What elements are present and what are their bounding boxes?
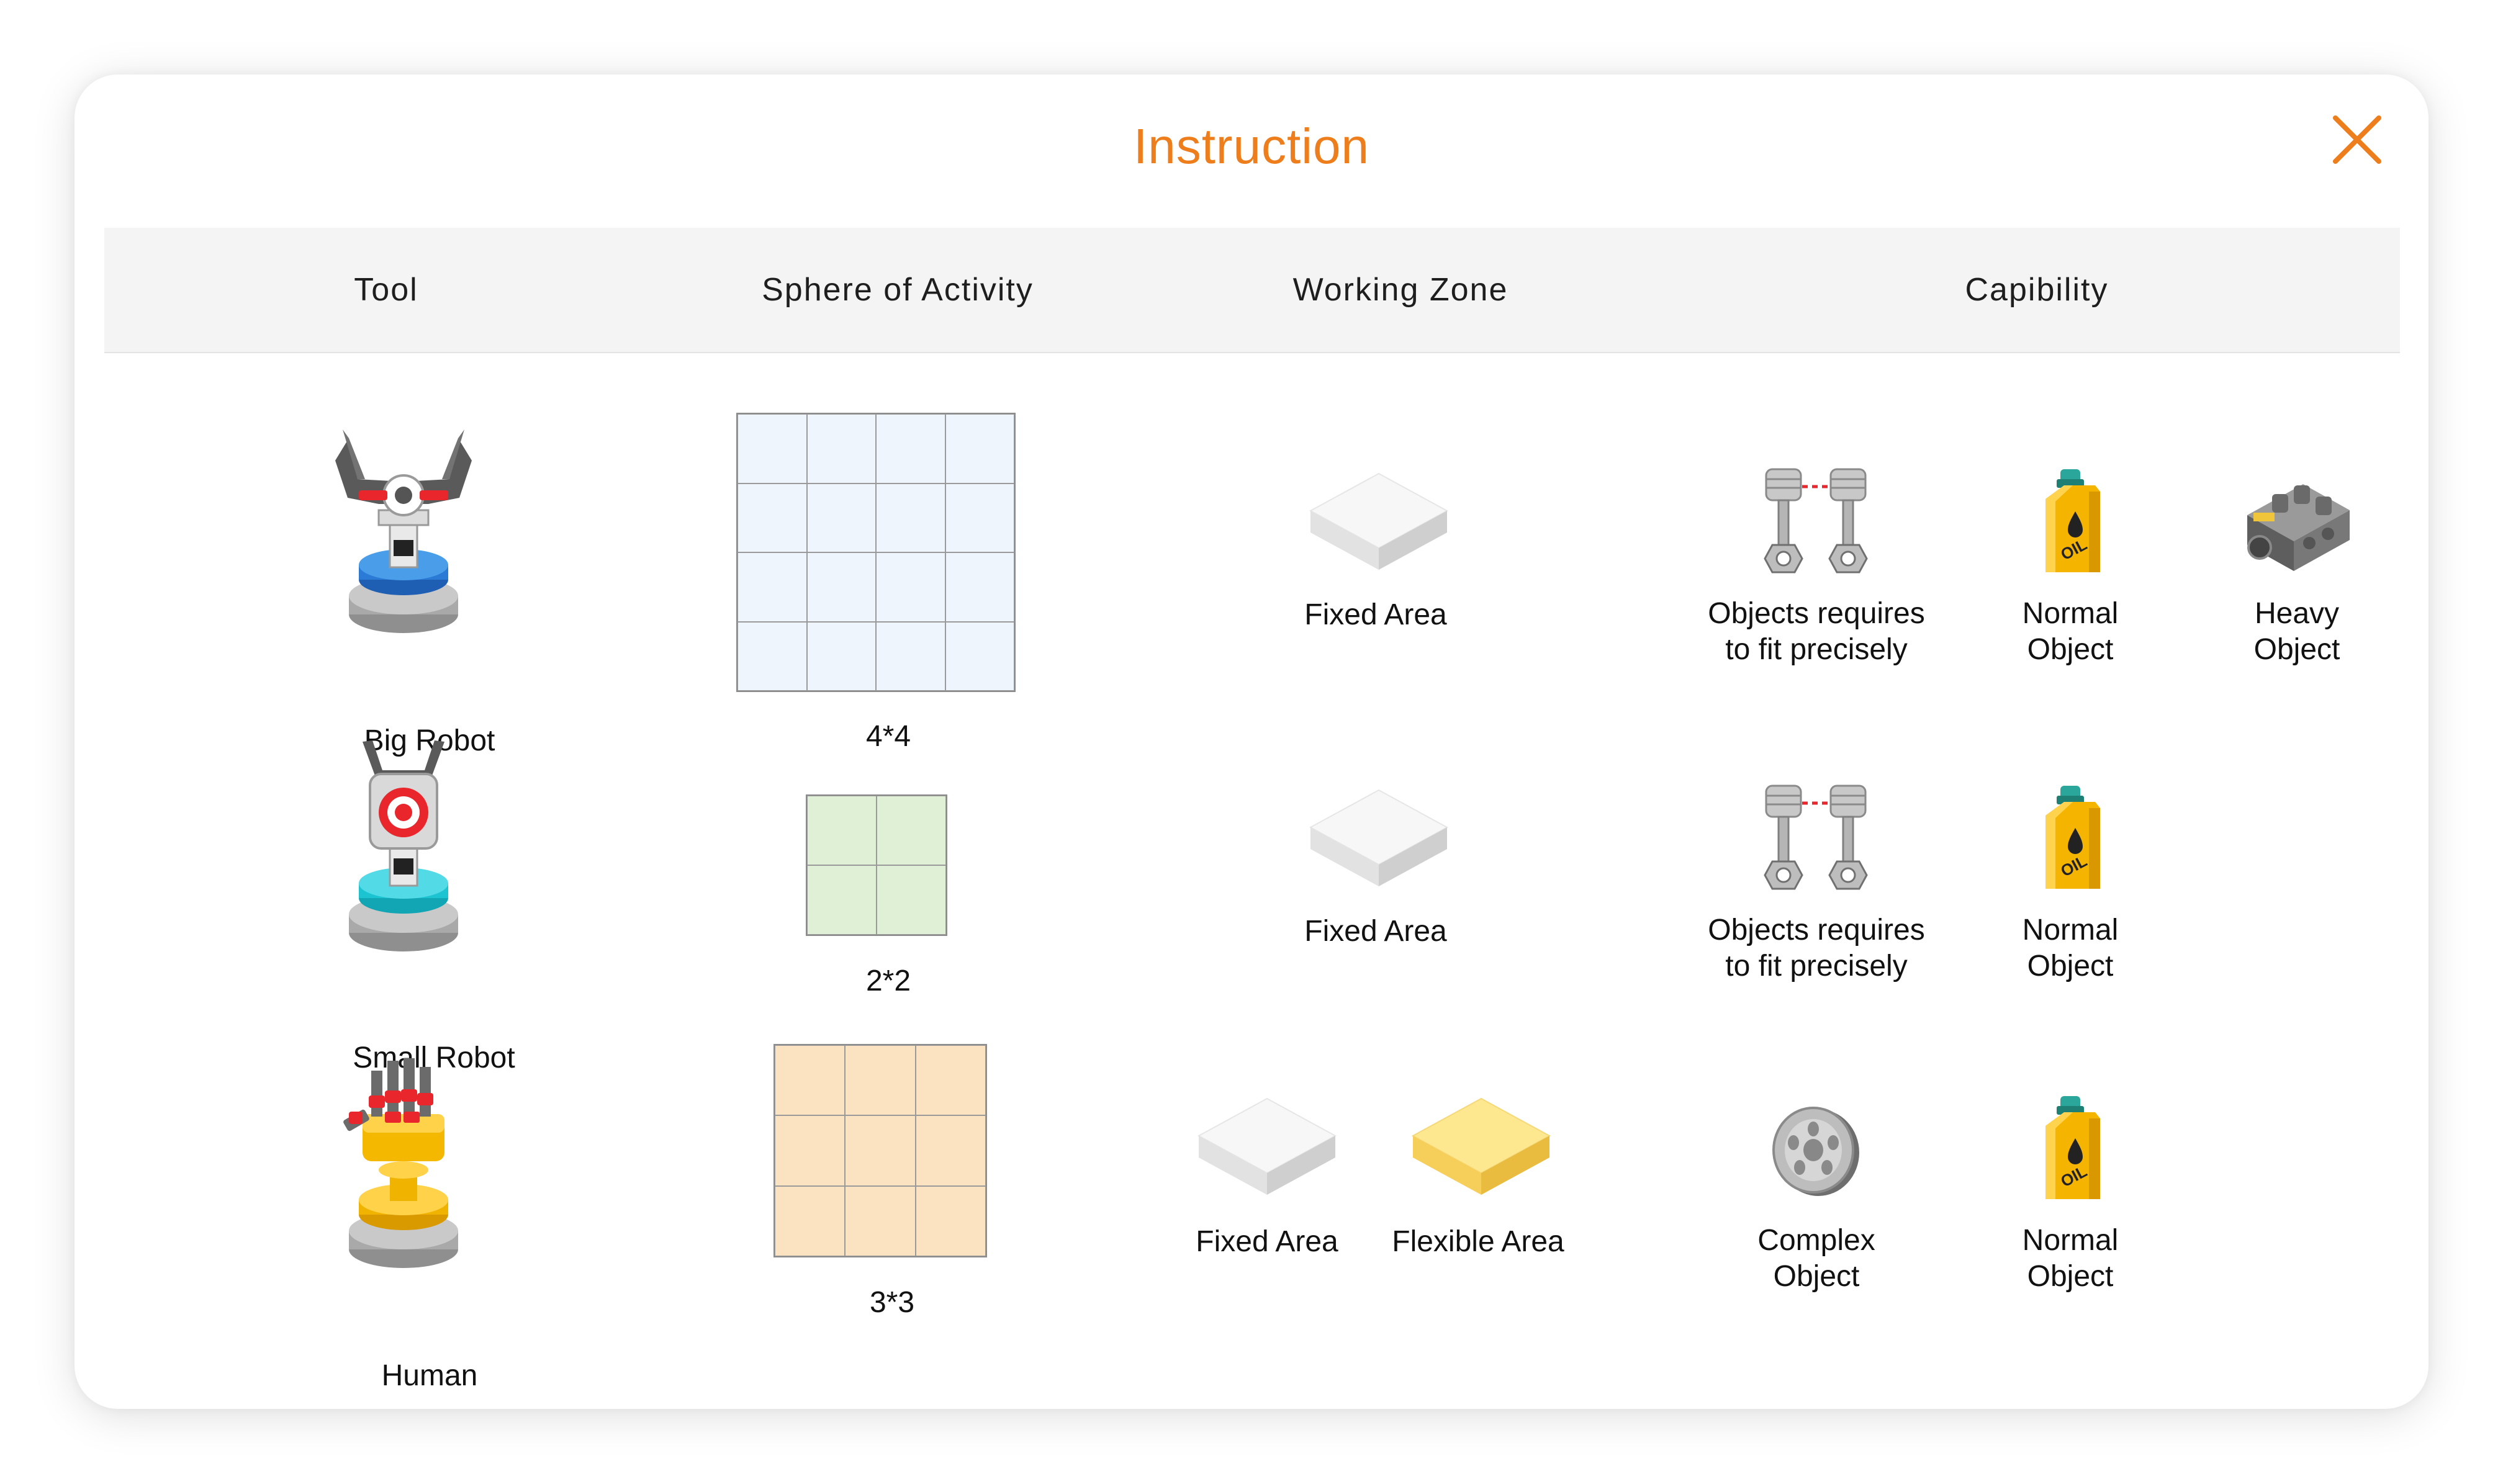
sphere-grid-4x4 (736, 413, 1016, 692)
capability-label-heavy: Heavy Object (2253, 597, 2340, 666)
big-robot-icon (335, 429, 472, 633)
table-header: Tool Sphere of Activity Working Zone Cap… (104, 228, 2400, 353)
column-header-capability: Capibility (1965, 272, 2109, 308)
grid-cell (915, 1185, 986, 1256)
zone-label-flexible-area: Flexible Area (1392, 1225, 1564, 1258)
instruction-dialog: Instruction Tool Sphere of Activity Work… (74, 74, 2429, 1409)
grid-cell (807, 865, 877, 935)
fixed-area-icon (1304, 784, 1453, 896)
grid-cell (737, 552, 807, 622)
oil-can-icon (2033, 1094, 2108, 1205)
grid-cell (737, 414, 807, 483)
zone-label-fixed-area: Fixed Area (1196, 1225, 1338, 1258)
pistons-icon (1729, 782, 1903, 900)
grid-cell (737, 483, 807, 552)
grid-cell (845, 1185, 916, 1256)
grid-cell (775, 1185, 846, 1256)
grid-cell (876, 414, 945, 483)
grid-cell (806, 621, 876, 691)
grid-cell (915, 1115, 986, 1186)
tool-label-human: Human (381, 1359, 478, 1392)
column-header-zone: Working Zone (1292, 272, 1509, 308)
column-header-sphere: Sphere of Activity (762, 272, 1034, 308)
grid-cell (876, 483, 945, 552)
capability-label-normal: Normal Object (2022, 914, 2119, 983)
grid-cell (806, 414, 876, 483)
grid-cell (877, 865, 946, 935)
grid-cell (945, 414, 1014, 483)
sphere-grid-2x2 (806, 794, 947, 936)
grid-cell (737, 621, 807, 691)
grid-cell (845, 1115, 916, 1186)
capability-label-precise: Objects requires to fit precisely (1708, 914, 1925, 983)
sphere-label: 2*2 (865, 965, 911, 997)
grid-cell (806, 552, 876, 622)
capability-label-complex: Complex Object (1757, 1224, 1875, 1293)
grid-cell (877, 796, 946, 865)
dialog-title: Instruction (1133, 119, 1370, 174)
fixed-area-icon (1304, 467, 1453, 579)
sphere-grid-3x3 (773, 1044, 987, 1257)
capability-label-normal: Normal Object (2022, 1224, 2119, 1293)
grid-cell (775, 1115, 846, 1186)
sphere-label: 3*3 (869, 1286, 915, 1319)
grid-cell (775, 1045, 846, 1116)
zone-label-fixed-area: Fixed Area (1304, 598, 1447, 631)
grid-cell (876, 621, 945, 691)
column-header-tool: Tool (354, 272, 418, 308)
grid-cell (806, 483, 876, 552)
small-robot-icon (349, 740, 458, 951)
human-hand-icon (343, 1058, 458, 1268)
oil-can-icon (2033, 783, 2108, 895)
engine-block-icon (2247, 484, 2350, 571)
grid-cell (945, 621, 1014, 691)
fixed-area-icon (1193, 1092, 1342, 1204)
grid-cell (915, 1045, 986, 1116)
grid-cell (945, 552, 1014, 622)
capability-label-precise: Objects requires to fit precisely (1708, 597, 1925, 666)
flexible-area-icon (1407, 1092, 1556, 1204)
grid-cell (876, 552, 945, 622)
sphere-label: 4*4 (865, 720, 911, 753)
pistons-icon (1729, 465, 1903, 583)
wheel-icon (1772, 1107, 1859, 1196)
grid-cell (845, 1045, 916, 1116)
zone-label-fixed-area: Fixed Area (1304, 915, 1447, 948)
capability-label-normal: Normal Object (2022, 597, 2119, 666)
grid-cell (807, 796, 877, 865)
grid-cell (945, 483, 1014, 552)
close-icon[interactable] (2323, 106, 2391, 174)
oil-can-icon (2033, 467, 2108, 578)
